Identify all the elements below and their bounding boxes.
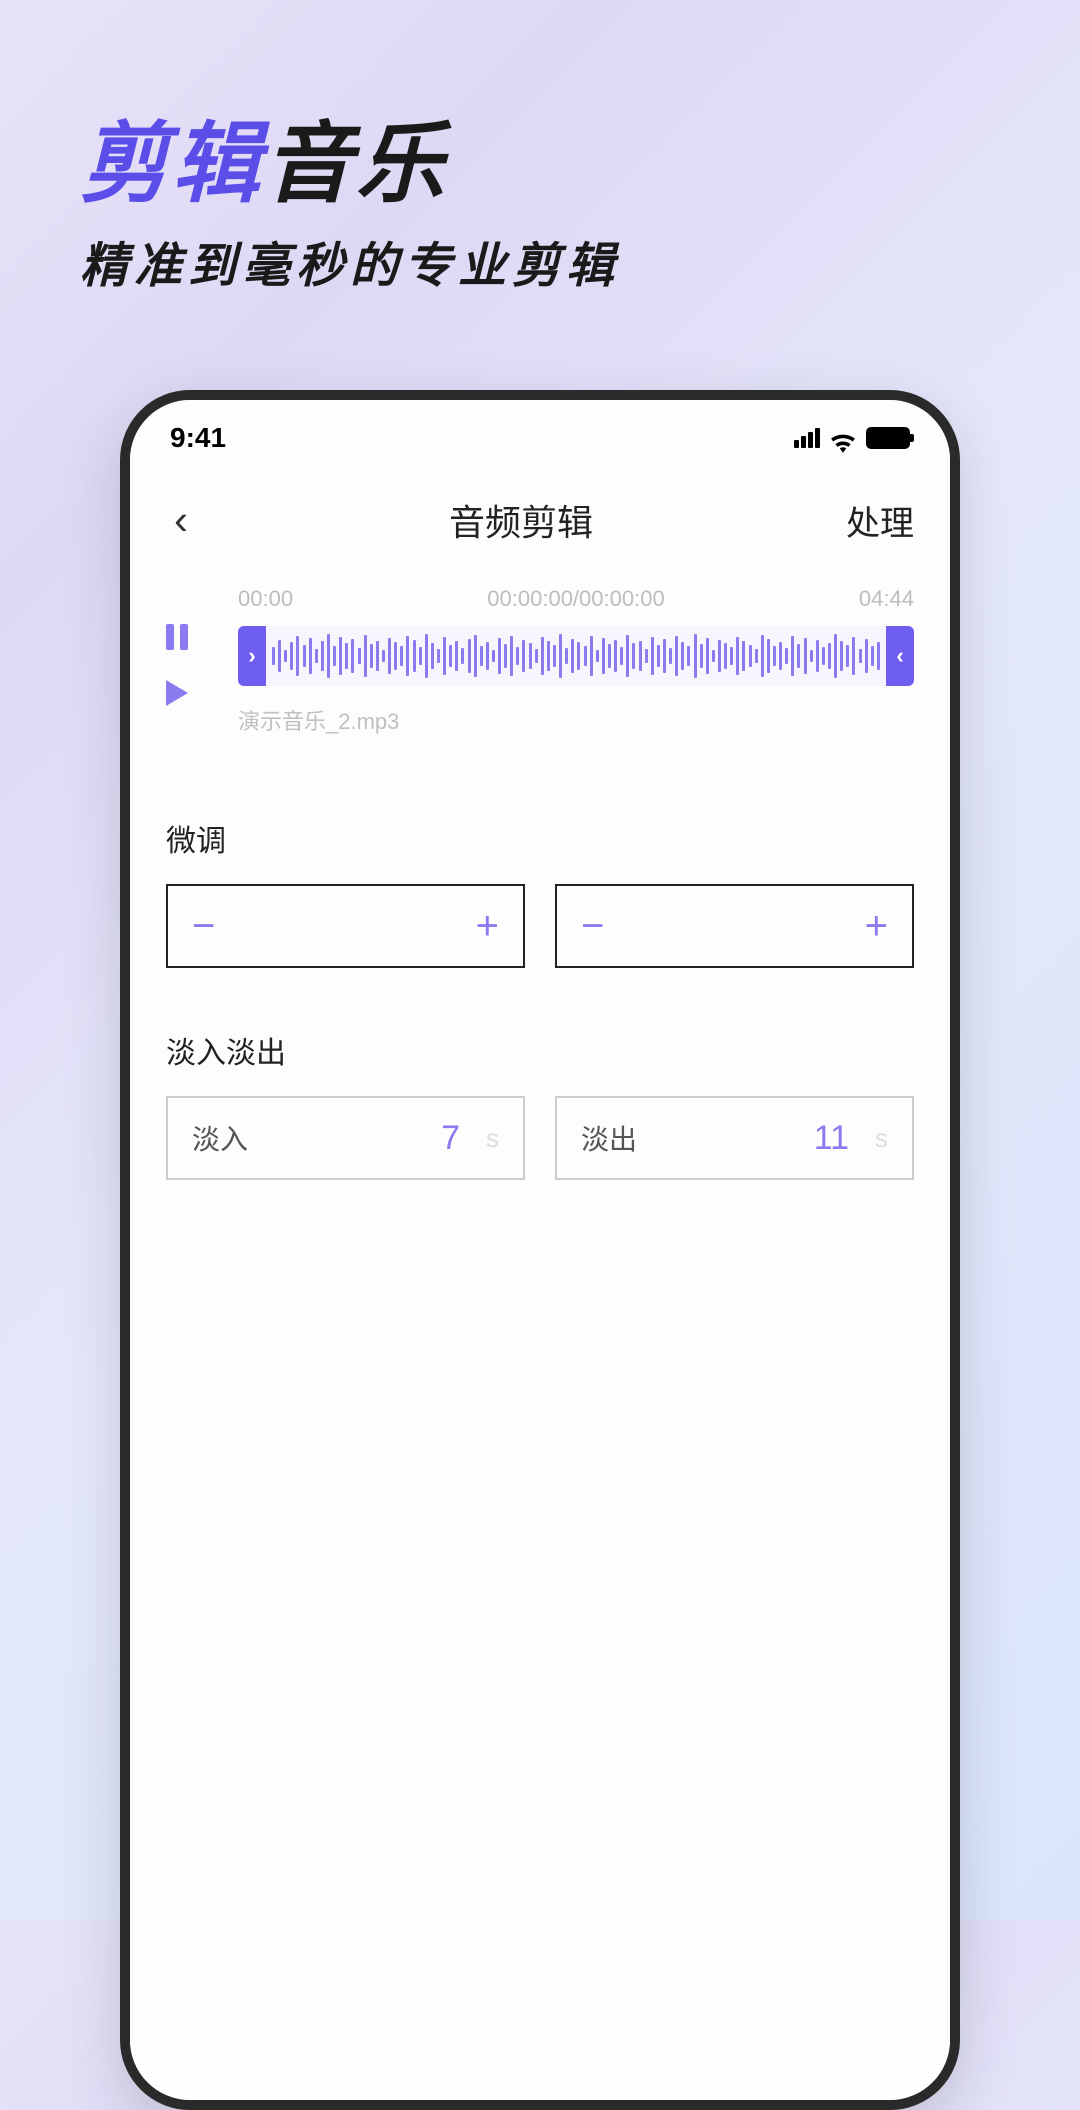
finetune-end-plus[interactable]: + bbox=[865, 906, 888, 946]
trim-handle-left[interactable]: › bbox=[238, 626, 266, 686]
fade-out-unit: s bbox=[875, 1123, 888, 1154]
finetune-start-minus[interactable]: − bbox=[192, 906, 215, 946]
fade-out-value: 11 bbox=[814, 1119, 849, 1158]
finetune-controls: − + − + bbox=[130, 884, 950, 968]
time-markers: 00:00 00:00:00/00:00:00 04:44 bbox=[238, 586, 914, 612]
waveform-row: › ‹ bbox=[238, 626, 914, 686]
promo-subtitle: 精准到毫秒的专业剪辑 bbox=[80, 226, 620, 296]
fade-in-label: 淡入 bbox=[192, 1118, 248, 1158]
promo-title-accent: 剪辑 bbox=[80, 114, 264, 213]
promo-heading: 剪辑音乐 精准到毫秒的专业剪辑 bbox=[80, 120, 620, 296]
promo-title: 剪辑音乐 bbox=[80, 120, 620, 208]
back-button[interactable]: ‹ bbox=[166, 496, 196, 544]
page-title: 音频剪辑 bbox=[449, 494, 593, 546]
status-bar: 9:41 bbox=[130, 400, 950, 464]
app-header: ‹ 音频剪辑 处理 bbox=[130, 464, 950, 566]
playback-controls bbox=[166, 624, 188, 706]
waveform-display[interactable] bbox=[266, 626, 886, 686]
fade-label: 淡入淡出 bbox=[130, 1028, 950, 1072]
process-button[interactable]: 处理 bbox=[846, 496, 914, 545]
finetune-start-plus[interactable]: + bbox=[476, 906, 499, 946]
status-indicators bbox=[794, 427, 910, 449]
fade-in-value: 7 bbox=[441, 1119, 460, 1158]
fade-controls: 淡入 7 s 淡出 11 s bbox=[130, 1096, 950, 1180]
wifi-icon bbox=[830, 428, 856, 448]
pause-button[interactable] bbox=[166, 624, 188, 650]
finetune-end-box: − + bbox=[555, 884, 914, 968]
time-start: 00:00 bbox=[238, 586, 293, 612]
play-button[interactable] bbox=[166, 680, 188, 706]
fade-out-box[interactable]: 淡出 11 s bbox=[555, 1096, 914, 1180]
signal-icon bbox=[794, 428, 820, 448]
time-end: 04:44 bbox=[859, 586, 914, 612]
promo-title-dark: 音乐 bbox=[264, 114, 448, 213]
finetune-end-minus[interactable]: − bbox=[581, 906, 604, 946]
fade-in-box[interactable]: 淡入 7 s bbox=[166, 1096, 525, 1180]
status-time: 9:41 bbox=[170, 422, 226, 454]
fade-in-unit: s bbox=[486, 1123, 499, 1154]
finetune-start-box: − + bbox=[166, 884, 525, 968]
audio-filename: 演示音乐_2.mp3 bbox=[238, 704, 914, 736]
trim-handle-right[interactable]: ‹ bbox=[886, 626, 914, 686]
battery-icon bbox=[866, 427, 910, 449]
time-position: 00:00:00/00:00:00 bbox=[487, 586, 664, 612]
waveform-editor: 00:00 00:00:00/00:00:00 04:44 › ‹ 演示音乐_2… bbox=[130, 566, 950, 756]
fade-out-label: 淡出 bbox=[581, 1118, 637, 1158]
phone-screen: 9:41 ‹ 音频剪辑 处理 00:00 00:00:00/00:00:00 0… bbox=[130, 400, 950, 2100]
finetune-label: 微调 bbox=[130, 816, 950, 860]
phone-frame: 9:41 ‹ 音频剪辑 处理 00:00 00:00:00/00:00:00 0… bbox=[120, 390, 960, 2110]
